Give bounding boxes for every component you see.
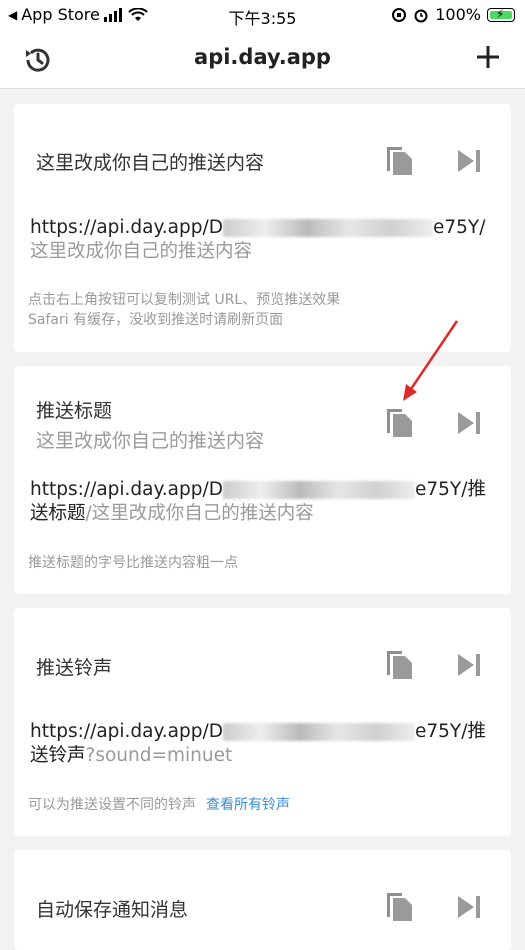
nav-bar: api.day.app (0, 30, 525, 89)
battery-icon: ⚡ (487, 7, 515, 22)
send-icon[interactable] (456, 652, 482, 678)
card-title: 推送铃声 (36, 657, 113, 679)
plus-icon[interactable] (475, 44, 501, 70)
send-icon[interactable] (456, 148, 482, 174)
redacted-key (223, 723, 415, 741)
card-hint: 可以为推送设置不同的铃声 查看所有铃声 (28, 797, 290, 813)
card-title: 推送标题 (36, 400, 113, 422)
card-title: 自动保存通知消息 (36, 899, 189, 921)
card-title: 这里改成你自己的推送内容 (36, 152, 265, 174)
send-icon[interactable] (456, 410, 482, 436)
card-url[interactable]: https://api.day.app/D e75Y/推送标题/这里改成你自己的推… (30, 478, 490, 526)
card-hint: 推送标题的字号比推送内容粗一点 (28, 555, 238, 571)
redacted-key (223, 219, 433, 237)
card-auto-save: 自动保存通知消息 (14, 850, 511, 950)
redacted-key (223, 481, 415, 499)
card-subtitle: 这里改成你自己的推送内容 (36, 430, 265, 452)
copy-icon[interactable] (382, 405, 416, 439)
copy-icon[interactable] (382, 143, 416, 177)
status-bar: ◀ App Store 下午3:55 100% ⚡ (0, 0, 525, 30)
card-url[interactable]: https://api.day.app/D e75Y/推送铃声?sound=min… (30, 720, 490, 768)
view-all-sounds-link[interactable]: 查看所有铃声 (206, 797, 290, 813)
copy-icon[interactable] (382, 889, 416, 923)
card-push-sound: 推送铃声 https://api.day.app/D e75Y/推送铃声?soun… (14, 608, 511, 836)
rotation-lock-icon (392, 7, 407, 22)
card-basic-push: 这里改成你自己的推送内容 https://api.day.app/D e75Y/这… (14, 104, 511, 352)
send-icon[interactable] (456, 894, 482, 920)
battery-percent: 100% (435, 5, 481, 24)
page-title: api.day.app (194, 45, 331, 69)
copy-icon[interactable] (382, 647, 416, 681)
card-url[interactable]: https://api.day.app/D e75Y/这里改成你自己的推送内容 (30, 216, 490, 264)
alarm-icon (414, 9, 428, 22)
annotation-arrow-icon (403, 320, 459, 401)
